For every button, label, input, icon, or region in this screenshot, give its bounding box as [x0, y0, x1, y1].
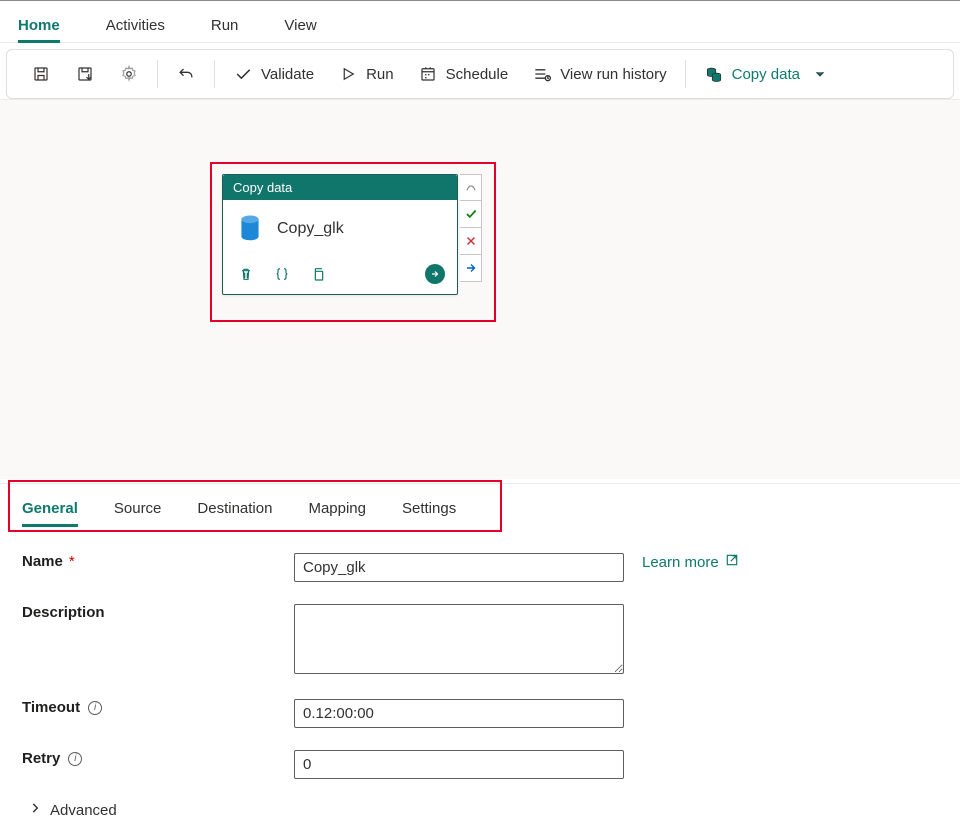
description-input[interactable]: [294, 604, 624, 674]
nav-tab-view[interactable]: View: [284, 7, 332, 42]
toolbar: Validate Run Schedule View run history C…: [6, 49, 954, 99]
node-footer: [223, 258, 457, 294]
nav-tab-home[interactable]: Home: [18, 7, 76, 42]
save-button[interactable]: [21, 58, 61, 90]
save-icon: [31, 64, 51, 84]
settings-button[interactable]: [109, 58, 149, 90]
save-as-button[interactable]: [65, 58, 105, 90]
toolbar-separator: [157, 60, 158, 88]
retry-label: Retry i: [22, 750, 294, 767]
property-panel-tabs: General Source Destination Mapping Setti…: [0, 483, 960, 527]
view-history-label: View run history: [560, 66, 666, 83]
copy-data-label: Copy data: [732, 66, 800, 83]
toolbar-separator: [214, 60, 215, 88]
nav-tab-run[interactable]: Run: [211, 7, 255, 42]
run-button[interactable]: Run: [328, 58, 404, 90]
timeout-label: Timeout i: [22, 699, 294, 716]
database-icon: [237, 214, 263, 244]
node-name: Copy_glk: [277, 220, 344, 238]
advanced-label: Advanced: [50, 802, 117, 819]
top-nav: Home Activities Run View: [0, 1, 960, 43]
general-form: Name* Learn more Description Timeout i R…: [0, 527, 960, 829]
history-icon: [532, 64, 552, 84]
validate-label: Validate: [261, 66, 314, 83]
run-label: Run: [366, 66, 394, 83]
schedule-label: Schedule: [446, 66, 509, 83]
tab-destination[interactable]: Destination: [187, 490, 286, 527]
toolbar-separator: [685, 60, 686, 88]
check-icon: [233, 64, 253, 84]
save-as-icon: [75, 64, 95, 84]
pipeline-canvas[interactable]: Copy data Copy_glk: [0, 99, 960, 479]
required-asterisk: *: [69, 553, 75, 570]
tab-settings[interactable]: Settings: [392, 490, 470, 527]
port-completion[interactable]: [460, 255, 482, 282]
nav-tab-activities[interactable]: Activities: [106, 7, 181, 42]
description-label: Description: [22, 604, 294, 621]
tab-mapping[interactable]: Mapping: [298, 490, 380, 527]
timeout-input[interactable]: [294, 699, 624, 728]
node-type-label: Copy data: [223, 175, 457, 200]
copy-icon[interactable]: [309, 265, 327, 283]
name-label: Name*: [22, 553, 294, 570]
view-run-history-button[interactable]: View run history: [522, 58, 676, 90]
advanced-toggle[interactable]: Advanced: [28, 801, 938, 819]
play-icon: [338, 64, 358, 84]
chevron-down-icon: [810, 64, 830, 84]
undo-icon: [176, 64, 196, 84]
external-link-icon: [725, 553, 739, 571]
undo-button[interactable]: [166, 58, 206, 90]
activity-ports: [460, 174, 482, 282]
code-braces-icon[interactable]: [273, 265, 291, 283]
run-activity-icon[interactable]: [425, 264, 445, 284]
name-input[interactable]: [294, 553, 624, 582]
port-failure[interactable]: [460, 228, 482, 255]
copy-data-activity-node[interactable]: Copy data Copy_glk: [222, 174, 458, 295]
node-body: Copy_glk: [223, 200, 457, 258]
info-icon[interactable]: i: [88, 701, 102, 715]
validate-button[interactable]: Validate: [223, 58, 324, 90]
port-skip[interactable]: [460, 174, 482, 201]
chevron-right-icon: [28, 801, 42, 819]
schedule-button[interactable]: Schedule: [408, 58, 519, 90]
gear-icon: [119, 64, 139, 84]
calendar-icon: [418, 64, 438, 84]
info-icon[interactable]: i: [68, 752, 82, 766]
learn-more-label: Learn more: [642, 554, 719, 571]
database-stack-icon: [704, 64, 724, 84]
tab-general[interactable]: General: [14, 490, 92, 527]
delete-icon[interactable]: [237, 265, 255, 283]
tab-source[interactable]: Source: [104, 490, 176, 527]
retry-input[interactable]: [294, 750, 624, 779]
copy-data-button[interactable]: Copy data: [694, 58, 840, 90]
port-success[interactable]: [460, 201, 482, 228]
learn-more-link[interactable]: Learn more: [642, 553, 739, 571]
